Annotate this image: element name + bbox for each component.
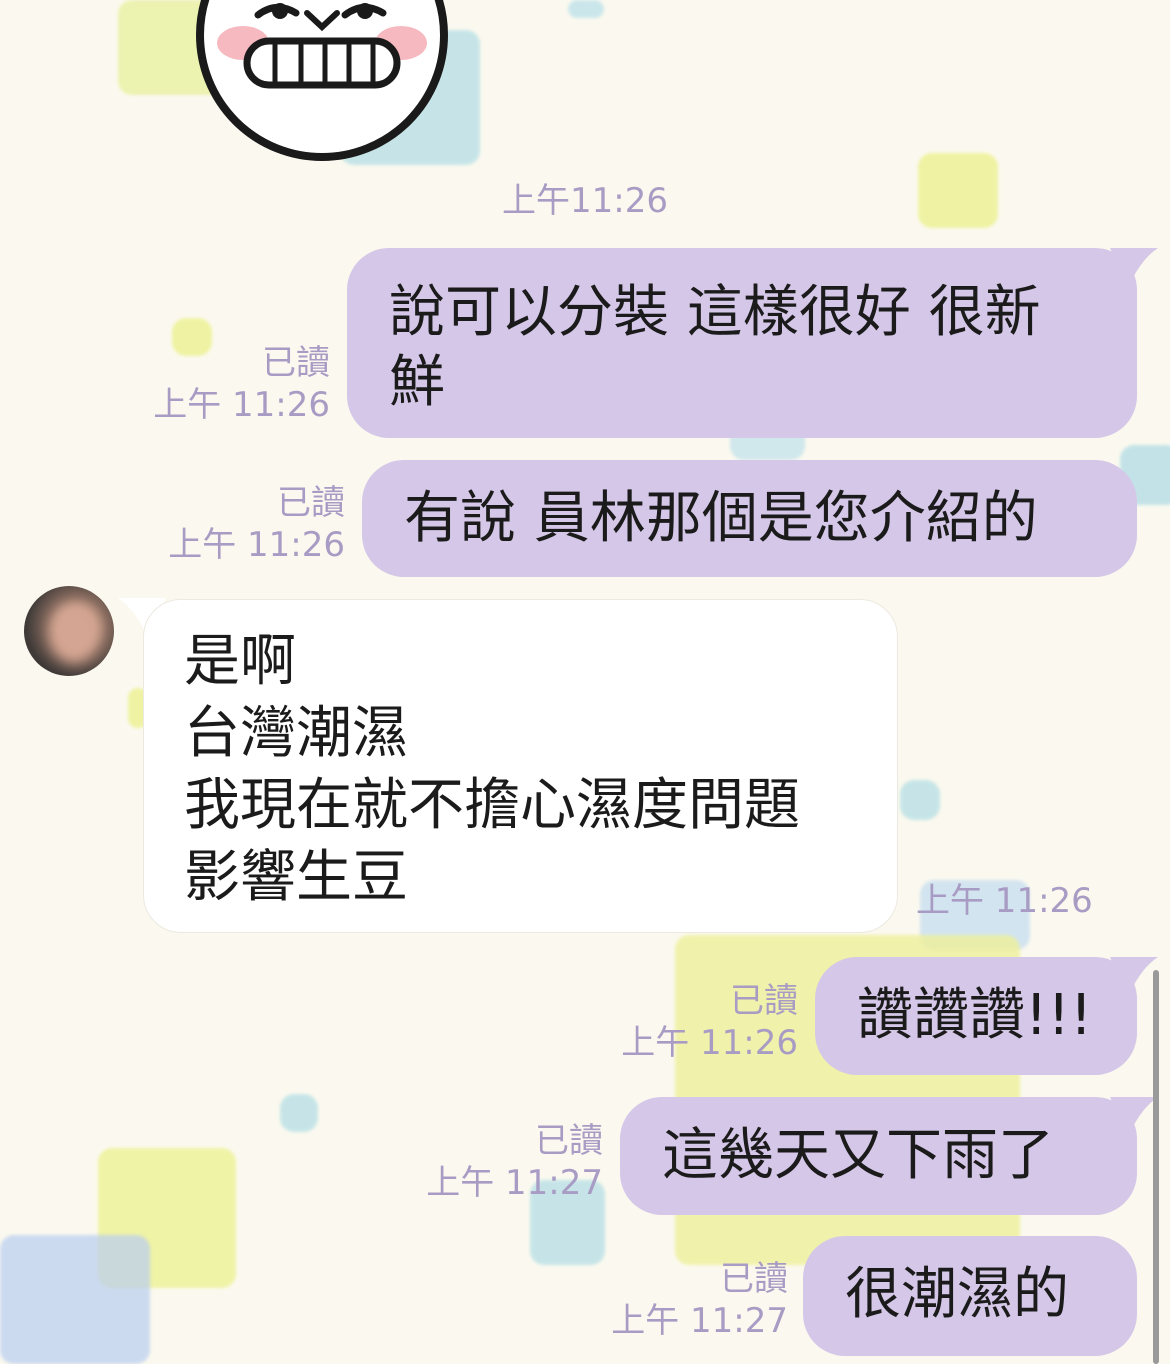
background-square [900,780,940,820]
bubble-tail [1110,957,1158,997]
message-meta: 已讀 上午 11:27 [405,1120,603,1204]
message-time: 上午 11:27 [611,1301,788,1341]
outgoing-message-bubble[interactable]: 讚讚讚!!! [815,957,1137,1075]
bubble-tail [1110,1097,1158,1137]
message-line: 是啊 [184,629,296,694]
message-time: 上午 11:26 [153,385,330,425]
incoming-message-bubble[interactable]: 是啊 台灣潮濕 我現在就不擔心濕度問題 影響生豆 [143,599,898,933]
message-line: 有說 員林那個是您介紹的 [404,486,1038,551]
grinning-face-sticker-icon [196,0,448,161]
read-receipt: 已讀 [262,343,330,383]
outgoing-message-bubble[interactable]: 有說 員林那個是您介紹的 [362,460,1137,577]
outgoing-message-bubble[interactable]: 這幾天又下雨了 [620,1097,1137,1215]
contact-avatar[interactable] [24,586,114,676]
read-receipt: 已讀 [277,483,345,523]
read-receipt: 已讀 [720,1259,788,1299]
message-time: 上午 11:26 [621,1023,798,1063]
bubble-tail [1110,248,1158,288]
message-meta: 已讀 上午 11:27 [590,1258,788,1342]
message-time: 上午 11:26 [168,525,345,565]
outgoing-message-bubble[interactable]: 很潮濕的 [803,1236,1137,1356]
read-receipt: 已讀 [535,1121,603,1161]
timestamp-divider: 上午11:26 [502,181,668,221]
message-line: 很潮濕的 [845,1262,1069,1327]
background-square [0,1235,150,1364]
message-time: 上午 11:26 [916,881,1093,921]
message-line: 讚讚讚!!! [857,983,1093,1048]
background-square [280,1094,318,1132]
message-line: 說可以分裝 這樣很好 很新 [389,280,1041,345]
message-line: 影響生豆 [184,845,408,910]
message-line: 我現在就不擔心濕度問題 [184,773,800,838]
message-line: 這幾天又下雨了 [662,1123,1054,1188]
message-meta: 已讀 上午 11:26 [150,482,345,566]
message-meta: 已讀 上午 11:26 [140,342,330,426]
scrollbar[interactable] [1153,970,1159,1364]
outgoing-message-bubble[interactable]: 說可以分裝 這樣很好 很新 鮮 [347,248,1137,438]
read-receipt: 已讀 [730,981,798,1021]
message-time: 上午 11:27 [426,1163,603,1203]
background-square [568,0,604,18]
message-line: 鮮 [389,350,445,415]
message-meta: 已讀 上午 11:26 [600,980,798,1064]
message-line: 台灣潮濕 [184,701,408,766]
